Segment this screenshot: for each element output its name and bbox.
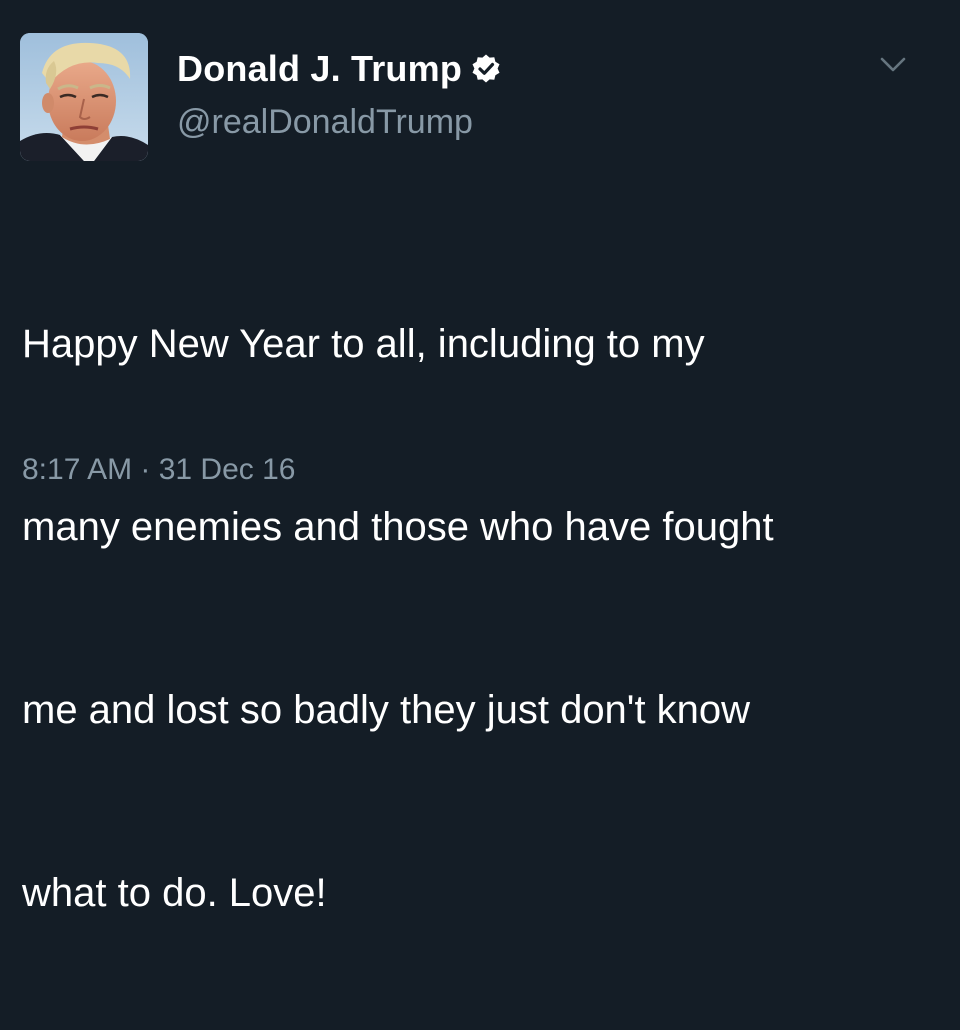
chevron-down-icon[interactable] xyxy=(878,50,908,80)
verified-badge-icon xyxy=(470,53,502,85)
display-name[interactable]: Donald J. Trump xyxy=(177,48,462,90)
tweet-text: Happy New Year to all, including to my m… xyxy=(22,192,932,1030)
author-name-row[interactable]: Donald J. Trump xyxy=(177,45,502,93)
tweet-text-line: what to do. Love! xyxy=(22,871,327,915)
user-handle[interactable]: @realDonaldTrump xyxy=(177,103,473,142)
tweet-text-line: Happy New Year to all, including to my xyxy=(22,322,705,366)
avatar[interactable] xyxy=(20,33,148,161)
tweet-timestamp[interactable]: 8:17 AM · 31 Dec 16 xyxy=(22,453,296,487)
tweet-card[interactable]: Donald J. Trump @realDonaldTrump Happy N… xyxy=(0,0,960,915)
tweet-text-line: many enemies and those who have fought xyxy=(22,505,774,549)
tweet-text-line: me and lost so badly they just don't kno… xyxy=(22,688,751,732)
avatar-portrait-image xyxy=(20,33,148,161)
